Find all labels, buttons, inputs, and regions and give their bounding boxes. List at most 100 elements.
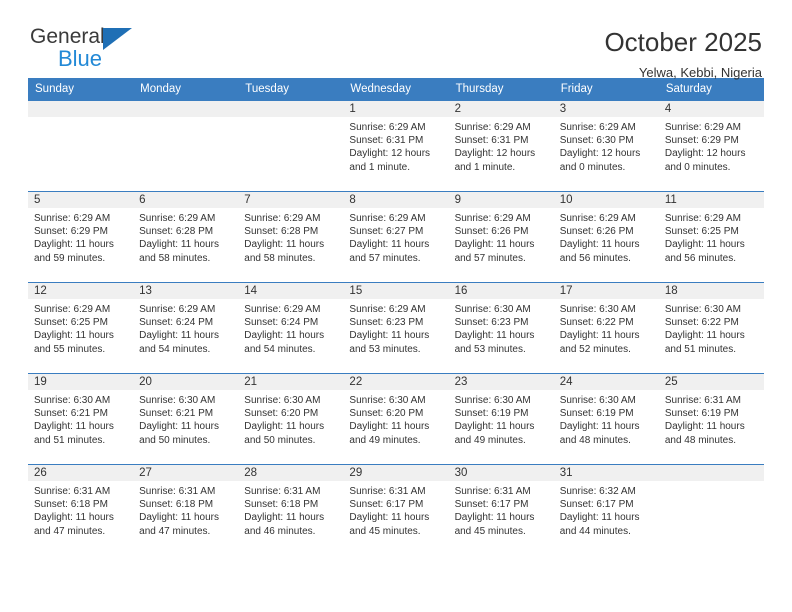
calendar-day-cell[interactable]: 17 Sunrise: 6:30 AM Sunset: 6:22 PM Dayligh… xyxy=(553,282,659,374)
day-detail-daylight2: and 51 minutes. xyxy=(664,343,737,355)
calendar-day-cell[interactable]: 29 Sunrise: 6:31 AM Sunset: 6:17 PM Dayligh… xyxy=(343,464,449,555)
day-detail-daylight2: and 48 minutes. xyxy=(559,434,631,446)
calendar-day-cell[interactable]: 21 Sunrise: 6:30 AM Sunset: 6:20 PM Dayligh… xyxy=(238,373,344,465)
calendar-day-cell[interactable]: 15 Sunrise: 6:29 AM Sunset: 6:23 PM Dayligh… xyxy=(343,282,449,374)
day-details: Sunrise: 6:31 AM Sunset: 6:18 PM Daylight:… xyxy=(238,481,343,538)
calendar-day-cell[interactable]: 16 Sunrise: 6:30 AM Sunset: 6:23 PM Dayligh… xyxy=(448,282,554,374)
calendar-week-row: 5 Sunrise: 6:29 AM Sunset: 6:29 PM Daylight… xyxy=(28,191,764,283)
day-number: 27 xyxy=(133,465,239,481)
day-detail-daylight2: and 52 minutes. xyxy=(559,343,631,355)
day-detail-sunrise: Sunrise: 6:31 AM xyxy=(244,486,321,497)
day-detail-sunrise: Sunrise: 6:32 AM xyxy=(559,486,636,497)
day-details: Sunrise: 6:29 AM Sunset: 6:24 PM Daylight:… xyxy=(238,299,343,356)
day-number: 21 xyxy=(238,374,344,390)
calendar-day-cell[interactable]: 13 Sunrise: 6:29 AM Sunset: 6:24 PM Dayligh… xyxy=(133,282,239,374)
calendar-day-cell[interactable]: 30 Sunrise: 6:31 AM Sunset: 6:17 PM Dayligh… xyxy=(448,464,554,555)
day-cell-content: 9 Sunrise: 6:29 AM Sunset: 6:26 PM Daylight… xyxy=(448,192,554,282)
day-detail-sunset: Sunset: 6:22 PM xyxy=(664,317,739,329)
day-details xyxy=(238,117,343,121)
calendar-week-row: 1 Sunrise: 6:29 AM Sunset: 6:31 PM Daylight… xyxy=(28,100,764,192)
calendar-day-cell[interactable]: 6 Sunrise: 6:29 AM Sunset: 6:28 PM Daylight… xyxy=(133,191,239,283)
calendar-day-cell[interactable] xyxy=(238,100,344,192)
day-details: Sunrise: 6:31 AM Sunset: 6:18 PM Daylight:… xyxy=(133,481,238,538)
day-number: 31 xyxy=(553,465,659,481)
calendar-day-cell[interactable]: 10 Sunrise: 6:29 AM Sunset: 6:26 PM Dayligh… xyxy=(553,191,659,283)
calendar-day-cell[interactable]: 8 Sunrise: 6:29 AM Sunset: 6:27 PM Daylight… xyxy=(343,191,449,283)
day-detail-daylight1: Daylight: 11 hours xyxy=(139,421,219,433)
day-detail-daylight1: Daylight: 11 hours xyxy=(349,239,430,251)
calendar-day-cell[interactable] xyxy=(133,100,239,192)
calendar-day-cell[interactable]: 11 Sunrise: 6:29 AM Sunset: 6:25 PM Dayligh… xyxy=(658,191,764,283)
calendar-day-cell[interactable]: 27 Sunrise: 6:31 AM Sunset: 6:18 PM Dayligh… xyxy=(133,464,239,555)
calendar-day-cell[interactable]: 14 Sunrise: 6:29 AM Sunset: 6:24 PM Dayligh… xyxy=(238,282,344,374)
day-details: Sunrise: 6:29 AM Sunset: 6:26 PM Daylight:… xyxy=(554,208,659,265)
calendar-day-cell[interactable]: 12 Sunrise: 6:29 AM Sunset: 6:25 PM Dayligh… xyxy=(28,282,134,374)
weekday-header-friday: Friday xyxy=(553,78,659,101)
day-details: Sunrise: 6:29 AM Sunset: 6:30 PM Daylight:… xyxy=(554,117,659,174)
day-cell-content: 22 Sunrise: 6:30 AM Sunset: 6:20 PM Dayligh… xyxy=(343,374,449,464)
day-detail-daylight1: Daylight: 11 hours xyxy=(34,421,114,433)
day-cell-content: 2 Sunrise: 6:29 AM Sunset: 6:31 PM Daylight… xyxy=(448,101,554,191)
day-cell-content: 29 Sunrise: 6:31 AM Sunset: 6:17 PM Dayligh… xyxy=(343,465,449,555)
day-details: Sunrise: 6:30 AM Sunset: 6:19 PM Daylight:… xyxy=(449,390,554,447)
day-detail-daylight2: and 0 minutes. xyxy=(664,161,731,173)
calendar-day-cell[interactable]: 25 Sunrise: 6:31 AM Sunset: 6:19 PM Dayligh… xyxy=(658,373,764,465)
calendar-day-cell[interactable]: 5 Sunrise: 6:29 AM Sunset: 6:29 PM Daylight… xyxy=(28,191,134,283)
day-detail-sunrise: Sunrise: 6:31 AM xyxy=(139,486,216,497)
day-number: 8 xyxy=(343,192,449,208)
calendar-day-cell[interactable]: 26 Sunrise: 6:31 AM Sunset: 6:18 PM Dayligh… xyxy=(28,464,134,555)
day-detail-daylight1: Daylight: 11 hours xyxy=(454,512,535,524)
day-detail-sunset: Sunset: 6:29 PM xyxy=(664,135,739,147)
calendar-day-cell[interactable] xyxy=(28,100,134,192)
day-number: 7 xyxy=(238,192,344,208)
calendar-day-cell[interactable]: 24 Sunrise: 6:30 AM Sunset: 6:19 PM Dayligh… xyxy=(553,373,659,465)
day-number xyxy=(658,465,764,481)
day-number: 17 xyxy=(553,283,659,299)
day-number: 12 xyxy=(28,283,134,299)
calendar-day-cell[interactable]: 31 Sunrise: 6:32 AM Sunset: 6:17 PM Dayligh… xyxy=(553,464,659,555)
day-detail-sunset: Sunset: 6:25 PM xyxy=(34,317,108,329)
day-cell-content: 3 Sunrise: 6:29 AM Sunset: 6:30 PM Daylight… xyxy=(553,101,659,191)
day-detail-daylight2: and 56 minutes. xyxy=(559,252,631,264)
calendar-week-row: 12 Sunrise: 6:29 AM Sunset: 6:25 PM Dayligh… xyxy=(28,282,764,374)
general-blue-logo[interactable]: General Blue xyxy=(30,26,150,72)
day-detail-daylight2: and 50 minutes. xyxy=(139,434,211,446)
day-cell-content: 19 Sunrise: 6:30 AM Sunset: 6:21 PM Dayligh… xyxy=(28,374,134,464)
day-number: 20 xyxy=(133,374,239,390)
calendar-day-cell[interactable]: 20 Sunrise: 6:30 AM Sunset: 6:21 PM Dayligh… xyxy=(133,373,239,465)
calendar-day-cell[interactable]: 18 Sunrise: 6:30 AM Sunset: 6:22 PM Dayligh… xyxy=(658,282,764,374)
calendar-day-cell[interactable]: 2 Sunrise: 6:29 AM Sunset: 6:31 PM Daylight… xyxy=(448,100,554,192)
day-detail-daylight2: and 49 minutes. xyxy=(349,434,421,446)
calendar-day-cell[interactable]: 9 Sunrise: 6:29 AM Sunset: 6:26 PM Daylight… xyxy=(448,191,554,283)
day-details: Sunrise: 6:29 AM Sunset: 6:26 PM Daylight:… xyxy=(449,208,554,265)
day-detail-daylight2: and 53 minutes. xyxy=(349,343,421,355)
day-cell-content: 12 Sunrise: 6:29 AM Sunset: 6:25 PM Dayligh… xyxy=(28,283,134,373)
day-detail-daylight2: and 57 minutes. xyxy=(454,252,526,264)
calendar-day-cell[interactable]: 19 Sunrise: 6:30 AM Sunset: 6:21 PM Dayligh… xyxy=(28,373,134,465)
day-detail-sunset: Sunset: 6:31 PM xyxy=(349,135,424,147)
calendar-day-cell[interactable]: 3 Sunrise: 6:29 AM Sunset: 6:30 PM Daylight… xyxy=(553,100,659,192)
calendar-day-cell[interactable]: 1 Sunrise: 6:29 AM Sunset: 6:31 PM Daylight… xyxy=(343,100,449,192)
day-detail-daylight1: Daylight: 11 hours xyxy=(664,330,745,342)
day-cell-content: 7 Sunrise: 6:29 AM Sunset: 6:28 PM Daylight… xyxy=(238,192,344,282)
day-detail-daylight1: Daylight: 11 hours xyxy=(139,239,219,251)
day-details: Sunrise: 6:30 AM Sunset: 6:20 PM Daylight:… xyxy=(238,390,343,447)
day-details: Sunrise: 6:30 AM Sunset: 6:22 PM Daylight:… xyxy=(554,299,659,356)
day-detail-daylight2: and 56 minutes. xyxy=(664,252,737,264)
day-details: Sunrise: 6:29 AM Sunset: 6:27 PM Daylight:… xyxy=(343,208,448,265)
day-detail-daylight1: Daylight: 11 hours xyxy=(559,512,640,524)
calendar-day-cell[interactable]: 22 Sunrise: 6:30 AM Sunset: 6:20 PM Dayligh… xyxy=(343,373,449,465)
day-number: 9 xyxy=(448,192,554,208)
day-number: 3 xyxy=(553,101,659,117)
calendar-day-cell[interactable]: 23 Sunrise: 6:30 AM Sunset: 6:19 PM Dayligh… xyxy=(448,373,554,465)
calendar-day-cell[interactable] xyxy=(658,464,764,555)
calendar-body: 1 Sunrise: 6:29 AM Sunset: 6:31 PM Daylight… xyxy=(28,100,764,555)
day-detail-sunrise: Sunrise: 6:30 AM xyxy=(454,304,531,315)
calendar-day-cell[interactable]: 28 Sunrise: 6:31 AM Sunset: 6:18 PM Dayligh… xyxy=(238,464,344,555)
day-detail-sunset: Sunset: 6:17 PM xyxy=(349,499,424,511)
day-cell-content: 25 Sunrise: 6:31 AM Sunset: 6:19 PM Dayligh… xyxy=(658,374,764,464)
calendar-day-cell[interactable]: 4 Sunrise: 6:29 AM Sunset: 6:29 PM Daylight… xyxy=(658,100,764,192)
day-detail-sunset: Sunset: 6:21 PM xyxy=(34,408,108,420)
logo-triangle-icon xyxy=(103,28,132,50)
calendar-day-cell[interactable]: 7 Sunrise: 6:29 AM Sunset: 6:28 PM Daylight… xyxy=(238,191,344,283)
